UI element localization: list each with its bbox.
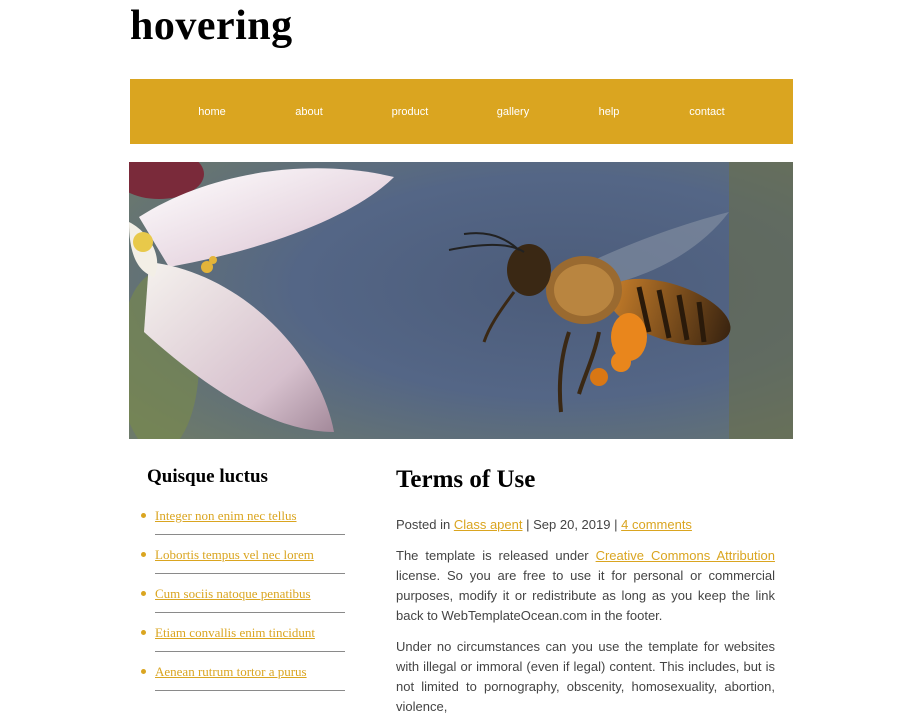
paragraph-text: The template is released under [396,548,589,563]
divider [155,612,345,613]
bullet-icon [141,513,146,518]
main-nav: home about product gallery help contact [130,79,793,144]
divider [155,573,345,574]
divider [155,690,345,691]
list-item: Cum sociis natoque penatibus [140,576,345,615]
bullet-icon [141,630,146,635]
nav-help[interactable]: help [599,106,620,118]
divider [155,534,345,535]
posted-in-label: Posted in [396,517,451,532]
nav-product[interactable]: product [392,106,429,118]
list-item: Etiam convallis enim tincidunt [140,615,345,654]
site-title: hovering [130,3,293,49]
paragraph-text: license. So you are free to use it for p… [396,568,775,623]
nav-home[interactable]: home [198,106,226,118]
post-date: Sep 20, 2019 [533,517,611,532]
meta-separator: | [526,517,530,532]
sidebar-link[interactable]: Lobortis tempus vel nec lorem [155,547,314,563]
list-item: Aenean rutrum tortor a purus [140,654,345,693]
bullet-icon [141,669,146,674]
category-link[interactable]: Class apent [454,517,523,532]
meta-separator: | [614,517,618,532]
nav-contact[interactable]: contact [689,106,724,118]
post-meta: Posted in Class apent | Sep 20, 2019 | 4… [396,517,692,532]
hero-bee-image [129,162,793,439]
sidebar-list: Integer non enim nec tellus Lobortis tem… [140,498,345,693]
divider [155,651,345,652]
sidebar-link[interactable]: Cum sociis natoque penatibus [155,586,311,602]
nav-about[interactable]: about [295,106,323,118]
bullet-icon [141,591,146,596]
sidebar-link[interactable]: Aenean rutrum tortor a purus [155,664,307,680]
list-item: Lobortis tempus vel nec lorem [140,537,345,576]
paragraph: Under no circumstances can you use the t… [396,639,775,714]
comments-link[interactable]: 4 comments [621,517,692,532]
paragraph: The template is released under Creative … [396,546,775,626]
sidebar-link[interactable]: Integer non enim nec tellus [155,508,297,524]
sidebar-title: Quisque luctus [147,466,268,487]
list-item: Integer non enim nec tellus [140,498,345,537]
bullet-icon [141,552,146,557]
bee-photo-icon [129,162,793,439]
license-link[interactable]: Creative Commons Attribution [596,548,775,563]
sidebar-link[interactable]: Etiam convallis enim tincidunt [155,625,315,641]
nav-gallery[interactable]: gallery [497,106,529,118]
article: Terms of Use Posted in Class apent | Sep… [396,466,775,714]
article-title: Terms of Use [396,466,536,493]
